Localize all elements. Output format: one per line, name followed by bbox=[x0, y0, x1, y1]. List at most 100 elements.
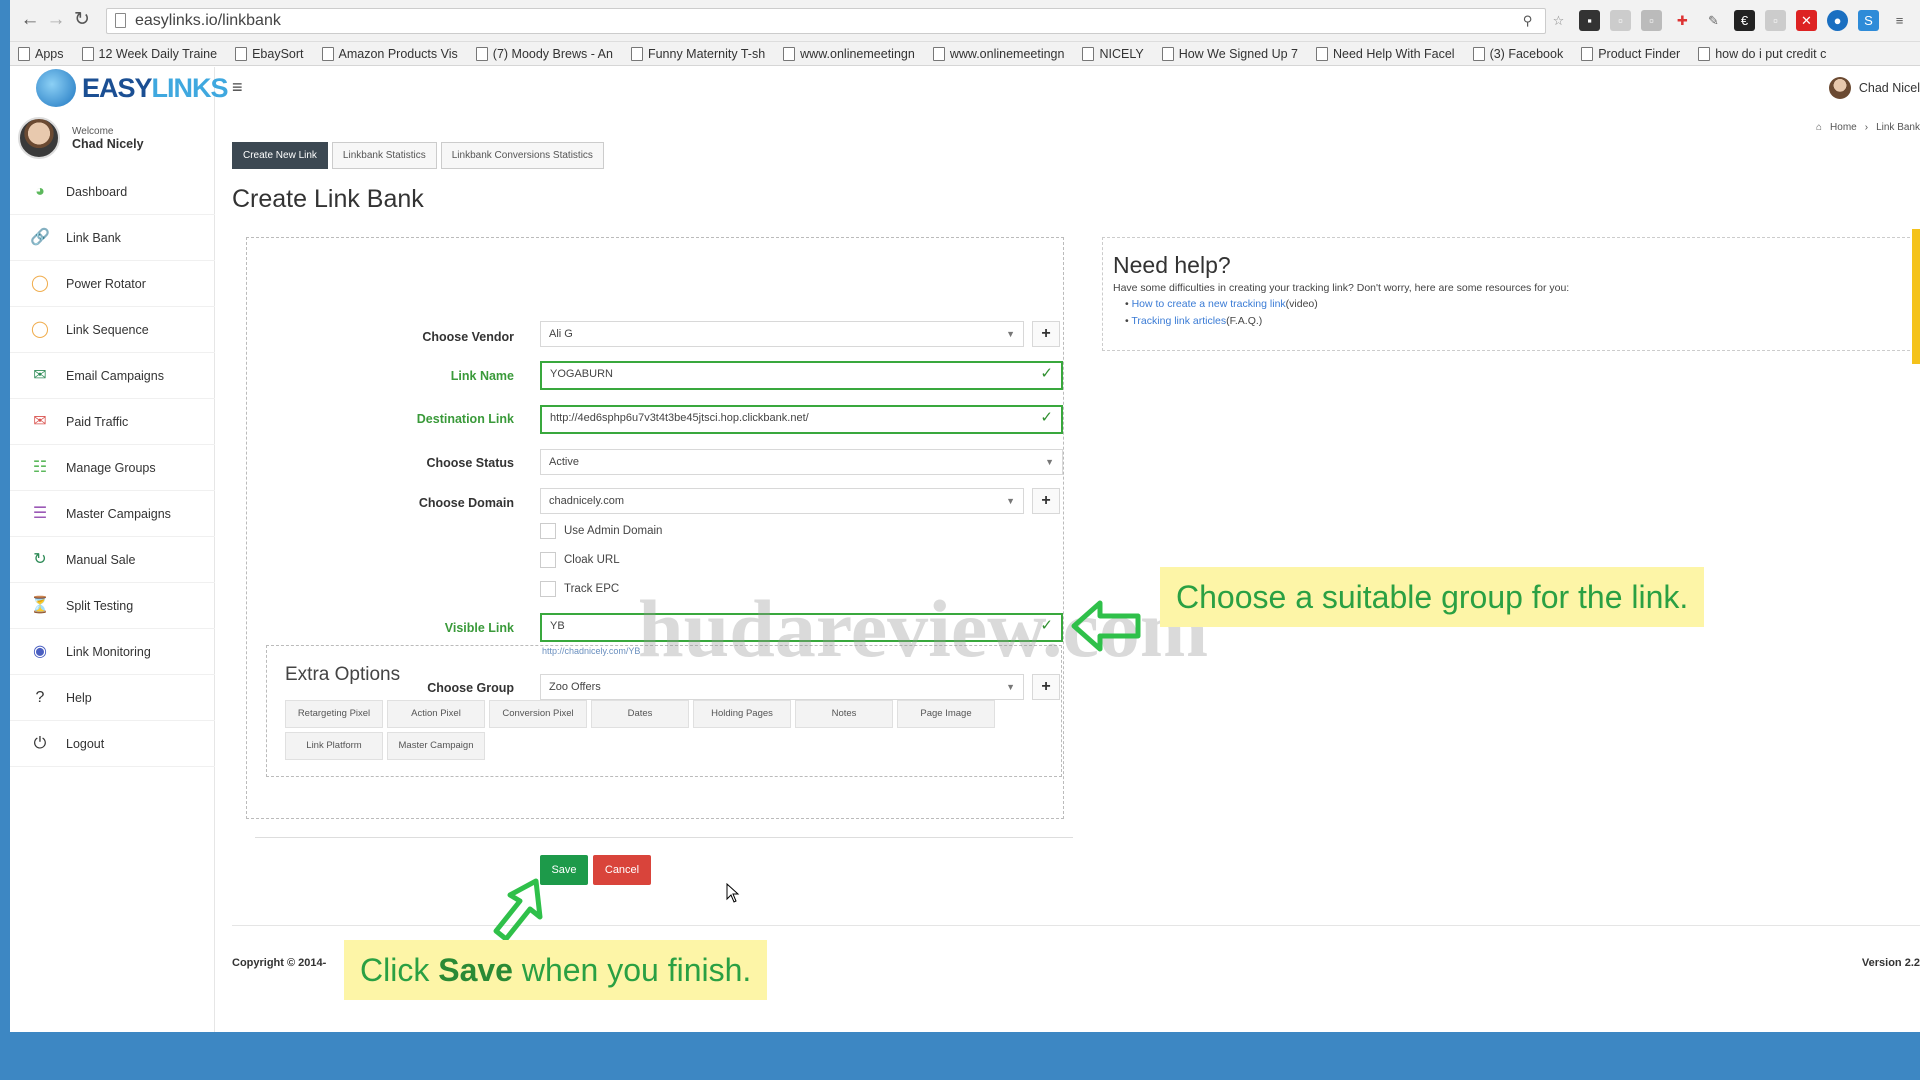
domain-select[interactable]: chadnicely.com ▼ bbox=[540, 488, 1024, 514]
reload-icon[interactable]: ↻ bbox=[72, 9, 92, 31]
bookmark-item[interactable]: EbaySort bbox=[235, 46, 304, 61]
domain-label: Choose Domain bbox=[418, 496, 514, 510]
sidebar-item-label: Link Bank bbox=[66, 230, 121, 245]
bookmark-label: Funny Maternity T-sh bbox=[647, 46, 766, 61]
cloak-url-checkbox[interactable] bbox=[540, 552, 556, 568]
extra-option-master-campaign[interactable]: Master Campaign bbox=[387, 732, 485, 760]
sidebar-item-label: Link Monitoring bbox=[66, 644, 151, 659]
extension-icon[interactable]: ▪ bbox=[1579, 10, 1600, 31]
extension-icon[interactable]: ▫ bbox=[1610, 10, 1631, 31]
bookmark-item[interactable]: (7) Moody Brews - An bbox=[475, 46, 613, 61]
sidebar-item-master-campaigns[interactable]: ☰ Master Campaigns bbox=[10, 491, 215, 537]
sidebar-item-link-monitoring[interactable]: ◉ Link Monitoring bbox=[10, 629, 215, 675]
bookmark-item[interactable]: how do i put credit c bbox=[1698, 46, 1826, 61]
sidebar-item-email-campaigns[interactable]: ✉ Email Campaigns bbox=[10, 353, 215, 399]
bookmark-item[interactable]: NICELY bbox=[1082, 46, 1144, 61]
help-panel: Need help? Have some difficulties in cre… bbox=[1102, 237, 1920, 351]
use-admin-domain-checkbox[interactable] bbox=[540, 523, 556, 539]
pen-icon[interactable]: ✎ bbox=[1703, 10, 1724, 31]
sidebar-item-manual-sale[interactable]: ↻ Manual Sale bbox=[10, 537, 215, 583]
help-link-faq[interactable]: Tracking link articles bbox=[1131, 315, 1226, 327]
bookmark-item[interactable]: Apps bbox=[18, 46, 64, 61]
extension-icon[interactable]: ▫ bbox=[1765, 10, 1786, 31]
user-menu[interactable]: Chad Nicel bbox=[1828, 77, 1920, 99]
bookmark-item[interactable]: Amazon Products Vis bbox=[321, 46, 458, 61]
sidebar-item-logout[interactable]: ⏻ Logout bbox=[10, 721, 215, 767]
bookmark-icon bbox=[475, 46, 488, 61]
zoom-icon[interactable]: ⚲ bbox=[1517, 10, 1538, 31]
bookmark-label: www.onlinemeetingn bbox=[800, 46, 915, 61]
bookmark-item[interactable]: (3) Facebook bbox=[1472, 46, 1563, 61]
home-icon: ⌂ bbox=[1816, 122, 1823, 133]
add-vendor-button[interactable]: + bbox=[1032, 321, 1060, 347]
bookmark-label: www.onlinemeetingn bbox=[949, 46, 1065, 61]
address-bar[interactable]: easylinks.io/linkbank bbox=[106, 8, 1546, 34]
link-name-input[interactable]: YOGABURN ✓ bbox=[540, 361, 1063, 390]
hamburger-icon[interactable]: ≡ bbox=[232, 77, 243, 98]
extra-option-action-pixel[interactable]: Action Pixel bbox=[387, 700, 485, 728]
bookmark-item[interactable]: 12 Week Daily Traine bbox=[81, 46, 217, 61]
bookmark-item[interactable]: Product Finder bbox=[1581, 46, 1680, 61]
extra-option-notes[interactable]: Notes bbox=[795, 700, 893, 728]
extension-icon[interactable]: S bbox=[1858, 10, 1879, 31]
destination-link-input[interactable]: http://4ed6sphp6u7v3t4t3be45jtsci.hop.cl… bbox=[540, 405, 1063, 434]
track-epc-checkbox[interactable] bbox=[540, 581, 556, 597]
sidebar: EASYLINKS Welcome Chad Nicely ◕ Dashboard… bbox=[10, 67, 229, 1032]
sidebar-item-split-testing[interactable]: ⏳ Split Testing bbox=[10, 583, 215, 629]
back-icon[interactable]: ← bbox=[20, 9, 40, 31]
cancel-button[interactable]: Cancel bbox=[593, 855, 651, 885]
bookmark-item[interactable]: How We Signed Up 7 bbox=[1161, 46, 1298, 61]
sidebar-item-dashboard[interactable]: ◕ Dashboard bbox=[10, 169, 215, 215]
cloak-url-option[interactable]: Cloak URL bbox=[540, 552, 620, 568]
sidebar-item-help[interactable]: ? Help bbox=[10, 675, 215, 721]
bookmark-icon bbox=[1082, 46, 1095, 61]
pdf-icon[interactable]: ✕ bbox=[1796, 10, 1817, 31]
breadcrumb-home[interactable]: Home bbox=[1830, 122, 1857, 133]
extension-icon[interactable]: ● bbox=[1827, 10, 1848, 31]
vendor-select[interactable]: Ali G ▼ bbox=[540, 321, 1024, 347]
tab-linkbank-conversions-statistics[interactable]: Linkbank Conversions Statistics bbox=[440, 142, 604, 169]
extra-option-retargeting-pixel[interactable]: Retargeting Pixel bbox=[285, 700, 383, 728]
bookmark-label: NICELY bbox=[1099, 46, 1144, 61]
page-title: Create Link Bank bbox=[232, 185, 424, 213]
sidebar-item-label: Manage Groups bbox=[66, 460, 156, 475]
bookmark-item[interactable]: www.onlinemeetingn bbox=[932, 46, 1065, 61]
sidebar-item-link-sequence[interactable]: ◯ Link Sequence bbox=[10, 307, 215, 353]
forward-icon[interactable]: → bbox=[46, 9, 66, 31]
status-select[interactable]: Active ▼ bbox=[540, 449, 1063, 475]
use-admin-domain-option[interactable]: Use Admin Domain bbox=[540, 523, 662, 539]
breadcrumb-link-bank[interactable]: Link Bank bbox=[1876, 122, 1920, 133]
extension-icon[interactable]: ▫ bbox=[1641, 10, 1662, 31]
bookmark-item[interactable]: Funny Maternity T-sh bbox=[630, 46, 766, 61]
star-icon[interactable]: ☆ bbox=[1548, 10, 1569, 31]
bookmark-icon bbox=[321, 46, 334, 61]
extra-option-page-image[interactable]: Page Image bbox=[897, 700, 995, 728]
tab-linkbank-statistics[interactable]: Linkbank Statistics bbox=[331, 142, 437, 169]
sidebar-item-link-bank[interactable]: 🔗 Link Bank bbox=[10, 215, 215, 261]
extra-option-conversion-pixel[interactable]: Conversion Pixel bbox=[489, 700, 587, 728]
question-icon: ? bbox=[35, 688, 45, 706]
help-link-video[interactable]: How to create a new tracking link bbox=[1132, 298, 1286, 310]
arrow-left-icon bbox=[1071, 600, 1141, 652]
extra-option-link-platform[interactable]: Link Platform bbox=[285, 732, 383, 760]
tab-create-new-link[interactable]: Create New Link bbox=[232, 142, 328, 169]
link-name-label: Link Name bbox=[450, 369, 514, 383]
extension-icon[interactable]: € bbox=[1734, 10, 1755, 31]
sidebar-item-power-rotator[interactable]: ◯ Power Rotator bbox=[10, 261, 215, 307]
bookmark-item[interactable]: www.onlinemeetingn bbox=[783, 46, 915, 61]
logo[interactable]: EASYLINKS bbox=[36, 69, 229, 107]
divider bbox=[232, 925, 1920, 926]
extra-option-holding-pages[interactable]: Holding Pages bbox=[693, 700, 791, 728]
sidebar-item-paid-traffic[interactable]: ✉ Paid Traffic bbox=[10, 399, 215, 445]
add-domain-button[interactable]: + bbox=[1032, 488, 1060, 514]
help-link-item: • Tracking link articles(F.A.Q.) bbox=[1125, 315, 1263, 327]
cart-icon[interactable]: ✚ bbox=[1672, 10, 1693, 31]
track-epc-option[interactable]: Track EPC bbox=[540, 581, 619, 597]
bookmark-item[interactable]: Need Help With Facel bbox=[1315, 46, 1455, 61]
sidebar-item-label: Email Campaigns bbox=[66, 368, 164, 383]
bookmark-label: (7) Moody Brews - An bbox=[492, 46, 613, 61]
browser-toolbar: ← → ↻ easylinks.io/linkbank ⚲ ☆ ▪ ▫ ▫ ✚ … bbox=[10, 0, 1920, 42]
menu-icon[interactable]: ≡ bbox=[1889, 10, 1910, 31]
extra-option-dates[interactable]: Dates bbox=[591, 700, 689, 728]
sidebar-item-manage-groups[interactable]: ☷ Manage Groups bbox=[10, 445, 215, 491]
